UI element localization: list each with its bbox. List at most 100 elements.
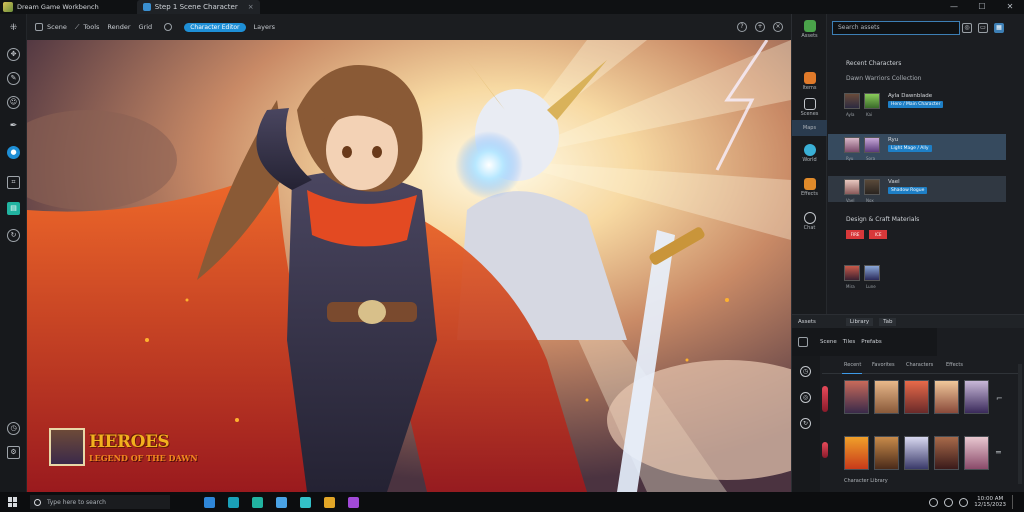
bottom-panel-subbar: Scene Tiles Prefabs [792, 328, 937, 356]
list-item-selected[interactable]: Ryu Light Mage / Ally [828, 134, 1006, 160]
clear-icon[interactable]: × [773, 22, 783, 32]
character-card[interactable] [904, 380, 929, 414]
character-card[interactable] [934, 436, 959, 470]
expand-icon[interactable]: ⌐ [996, 394, 1003, 403]
character-card[interactable] [964, 436, 989, 470]
layers-icon[interactable]: ▤ [7, 202, 20, 215]
pen-icon[interactable]: ✒ [7, 121, 20, 134]
start-button[interactable] [8, 497, 18, 507]
items-icon [803, 72, 816, 84]
settings-icon[interactable]: ⚙ [7, 446, 20, 459]
bottom-tab-assets[interactable]: Assets [798, 319, 816, 325]
toolbar-tools-label: Tools [83, 23, 100, 31]
tray-settings-icon[interactable] [929, 497, 939, 507]
zoom-icon[interactable]: + [755, 22, 765, 32]
taskbar-app-icon[interactable] [228, 496, 239, 508]
taskbar-app-icon[interactable] [204, 496, 215, 508]
toolbar-target[interactable] [164, 23, 176, 31]
tab-scenes-label: Scenes [800, 111, 819, 117]
tab-chat[interactable]: Chat [792, 210, 827, 236]
toolbar-tools[interactable]: ⟋ Tools [75, 23, 100, 32]
wand-icon: ⟋ [74, 22, 80, 31]
character-editor-chip[interactable]: Character Editor [184, 22, 246, 32]
maximize-button[interactable]: ☐ [968, 0, 996, 14]
character-card[interactable] [964, 380, 989, 414]
brush-icon[interactable]: ✎ [7, 72, 20, 85]
tab-maps[interactable]: Maps [792, 120, 827, 136]
chat-icon [803, 212, 816, 224]
list-item[interactable]: Vael Shadow Rogue [828, 176, 1006, 202]
show-desktop-button[interactable] [1012, 495, 1018, 509]
thumbnail [844, 179, 860, 195]
move-icon[interactable]: ✥ [7, 48, 20, 61]
taskbar-app-icon[interactable] [252, 496, 263, 508]
hierarchy-icon[interactable]: ⁜ [7, 23, 20, 36]
list-item[interactable]: Ayla Dawnblade Hero / Main Character [828, 90, 1006, 116]
color-swatch[interactable] [822, 386, 828, 412]
taskbar-search[interactable]: Type here to search [30, 495, 170, 509]
target-icon[interactable]: ◎ [800, 392, 811, 403]
clock[interactable]: 10:00 AM 12/15/2023 [974, 496, 1006, 508]
help-icon[interactable]: ? [737, 22, 747, 32]
tab-scenes[interactable]: Scenes [792, 96, 827, 122]
material-chip-fire[interactable]: FIRE [846, 230, 864, 239]
tray-network-icon[interactable] [944, 497, 954, 507]
col-recent[interactable]: Recent [844, 362, 861, 368]
bottom-tab-extra[interactable]: Tab [879, 317, 897, 326]
document-tab[interactable]: Step 1 Scene Character × [136, 0, 260, 14]
thumb-caption: Ryu [846, 156, 854, 161]
asset-search-input[interactable]: Search assets [832, 21, 960, 35]
toolbar-layers[interactable]: Layers [254, 23, 276, 31]
taskbar-app-icon[interactable] [300, 496, 311, 508]
toolbar-scene[interactable]: Scene [35, 23, 67, 31]
scene-canvas[interactable]: HEROES LEGEND OF THE DAWN [27, 40, 791, 492]
bottom-sub-scene[interactable]: Scene [820, 339, 837, 345]
refresh-icon[interactable]: ↻ [7, 229, 20, 242]
target-icon [164, 23, 173, 31]
face-icon[interactable]: ☺ [7, 96, 20, 109]
tray-volume-icon[interactable] [959, 497, 969, 507]
clock-icon[interactable]: ◷ [800, 366, 811, 377]
bottom-tab-library[interactable]: Library [845, 317, 874, 326]
material-chip-ice[interactable]: ICE [869, 230, 888, 239]
crop-icon[interactable]: ⌗ [7, 176, 20, 189]
tab-effects[interactable]: Effects [792, 176, 827, 202]
taskbar-app-icon[interactable] [276, 496, 287, 508]
tab-assets[interactable]: Assets [792, 18, 827, 44]
toolbar-render[interactable]: Render [107, 23, 130, 31]
asset-tag: Light Mage / Ally [888, 145, 932, 152]
info-icon[interactable]: ● [7, 146, 20, 159]
col-effects[interactable]: Effects [946, 362, 963, 368]
asset-list: Recent Characters Dawn Warriors Collecti… [828, 44, 1024, 314]
character-card[interactable] [844, 380, 869, 414]
character-card[interactable] [934, 380, 959, 414]
asset-tag: Shadow Rogue [888, 187, 928, 194]
select-icon[interactable] [798, 337, 808, 347]
close-button[interactable]: ✕ [996, 0, 1024, 14]
tab-close-icon[interactable]: × [248, 3, 254, 11]
color-swatch[interactable] [822, 442, 828, 458]
tab-world[interactable]: World [792, 142, 827, 168]
grid-scrollbar[interactable] [1018, 364, 1022, 484]
taskbar-app-icon[interactable] [324, 496, 335, 508]
view-icon[interactable]: ▭ [978, 23, 988, 33]
filter-icon[interactable]: ◎ [962, 23, 972, 33]
character-card[interactable] [874, 380, 899, 414]
bottom-sub-prefabs[interactable]: Prefabs [861, 339, 881, 345]
character-card[interactable] [874, 436, 899, 470]
tab-items[interactable]: Items [792, 70, 827, 96]
bottom-sub-tiles[interactable]: Tiles [843, 339, 856, 345]
expand-icon[interactable]: ═ [996, 448, 1001, 457]
character-card[interactable] [904, 436, 929, 470]
toolbar-grid[interactable]: Grid [139, 23, 153, 31]
character-card[interactable] [844, 436, 869, 470]
col-favorites[interactable]: Favorites [872, 362, 895, 368]
grid-view-icon[interactable]: ▦ [994, 23, 1004, 33]
thumbnail [844, 265, 860, 281]
minimize-button[interactable]: — [940, 0, 968, 14]
rotate-icon[interactable]: ↻ [800, 418, 811, 429]
col-characters[interactable]: Characters [906, 362, 933, 368]
history-icon[interactable]: ◷ [7, 422, 20, 435]
thumbnail [864, 179, 880, 195]
taskbar-app-icon[interactable] [348, 496, 359, 508]
